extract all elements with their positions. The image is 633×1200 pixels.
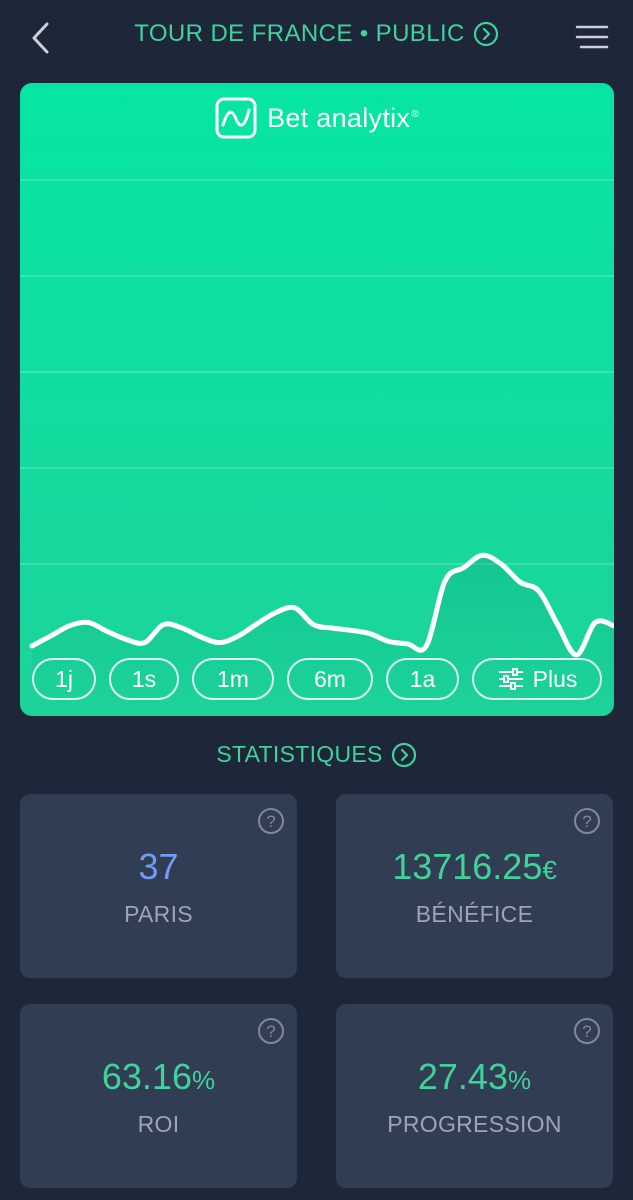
profit-chart[interactable] (20, 83, 614, 716)
stat-label: PARIS (124, 901, 193, 927)
statistics-link[interactable]: STATISTIQUES (0, 741, 633, 768)
brand-name: Bet analytix® (267, 102, 419, 133)
period-1a-button[interactable]: 1a (386, 658, 459, 700)
help-icon[interactable]: ? (573, 1017, 601, 1045)
page-title-button[interactable]: TOUR DE FRANCE • PUBLIC (0, 20, 633, 48)
top-bar: TOUR DE FRANCE • PUBLIC (0, 0, 633, 75)
circle-chevron-right-icon (473, 21, 498, 47)
stat-card-benefice: ? 13716.25€ BÉNÉFICE (336, 794, 613, 978)
stat-value: 27.43% (417, 1056, 532, 1097)
hamburger-menu-icon (575, 25, 609, 49)
help-icon[interactable]: ? (257, 807, 285, 835)
svg-text:?: ? (266, 1022, 275, 1041)
stat-label: PROGRESSION (387, 1111, 562, 1137)
stat-card-progression: ? 27.43% PROGRESSION (336, 1004, 613, 1188)
page-title: TOUR DE FRANCE • PUBLIC (134, 20, 465, 47)
chart-card: Bet analytix® 1j 1s 1m 6m 1a Plus (20, 83, 614, 716)
svg-text:?: ? (582, 812, 591, 831)
period-1s-button[interactable]: 1s (109, 658, 179, 700)
period-1m-button[interactable]: 1m (192, 658, 274, 700)
stat-value: 63.16% (101, 1056, 216, 1097)
stat-value: 37 (138, 846, 179, 887)
period-label: Plus (532, 665, 578, 692)
svg-text:?: ? (266, 812, 275, 831)
section-title: STATISTIQUES (216, 741, 383, 767)
brand-logo: Bet analytix® (20, 97, 614, 139)
period-label: 6m (314, 665, 346, 692)
svg-text:?: ? (582, 1022, 591, 1041)
period-label: 1s (131, 665, 157, 692)
help-icon[interactable]: ? (573, 807, 601, 835)
help-icon[interactable]: ? (257, 1017, 285, 1045)
period-6m-button[interactable]: 6m (287, 658, 373, 700)
circle-chevron-right-icon (391, 742, 416, 767)
chart-logo-icon (215, 97, 257, 139)
period-1j-button[interactable]: 1j (32, 658, 96, 700)
sliders-icon (498, 668, 523, 690)
stat-card-roi: ? 63.16% ROI (20, 1004, 297, 1188)
stat-label: BÉNÉFICE (415, 901, 534, 927)
stat-label: ROI (137, 1111, 180, 1137)
period-label: 1a (409, 665, 436, 692)
period-selector: 1j 1s 1m 6m 1a Plus (32, 658, 602, 700)
period-label: 1j (55, 665, 73, 692)
period-label: 1m (217, 665, 249, 692)
menu-button[interactable] (575, 20, 609, 54)
registered-mark: ® (411, 108, 419, 120)
period-plus-button[interactable]: Plus (472, 658, 602, 700)
stat-value: 13716.25€ (392, 846, 557, 887)
stat-card-paris: ? 37 PARIS (20, 794, 297, 978)
